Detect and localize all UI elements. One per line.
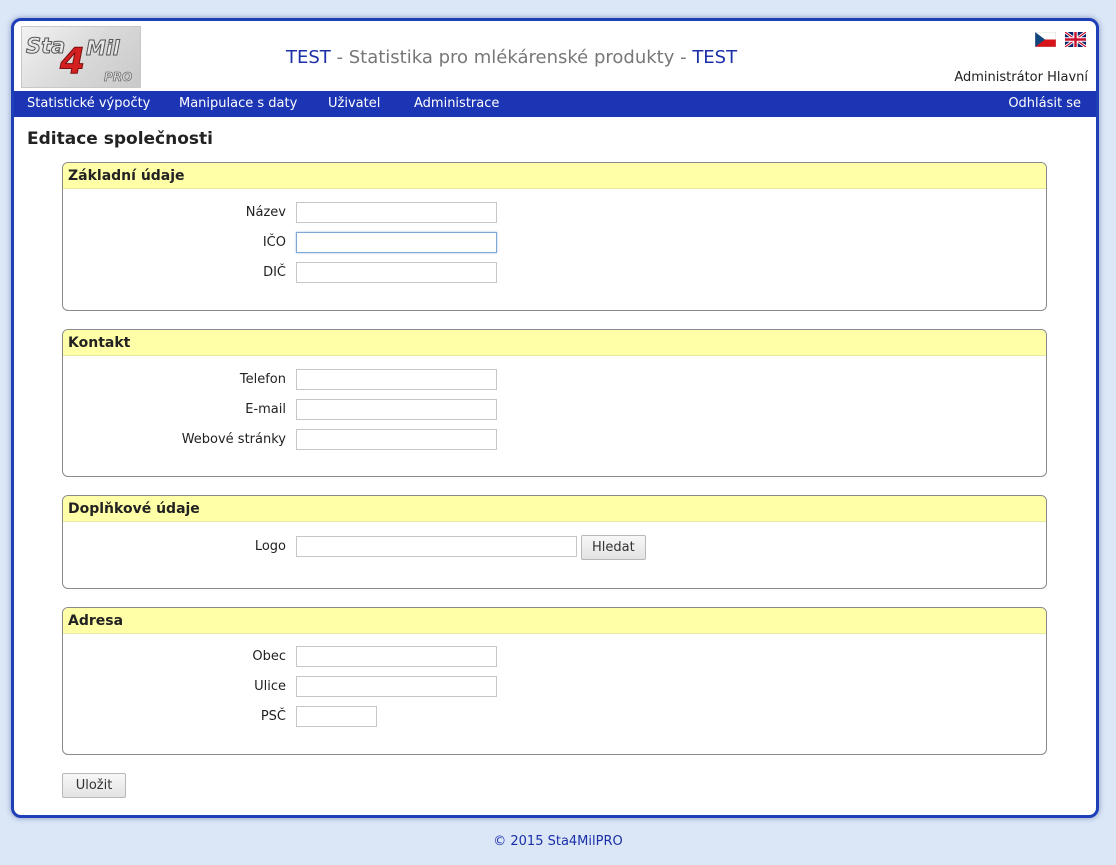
phone-label: Telefon xyxy=(239,372,286,387)
logout-link[interactable]: Odhlásit se xyxy=(1008,96,1081,111)
svg-text:4: 4 xyxy=(59,41,85,82)
menu-item-data-manipulation[interactable]: Manipulace s daty xyxy=(179,96,297,111)
city-label: Obec xyxy=(252,649,286,664)
menu-item-statistics[interactable]: Statistické výpočty xyxy=(27,96,150,111)
zip-input[interactable] xyxy=(296,706,377,727)
email-label: E-mail xyxy=(245,402,286,417)
form-row-city: Obec xyxy=(63,646,1046,668)
ico-label: IČO xyxy=(262,235,286,250)
section-title: Adresa xyxy=(63,608,1046,634)
phone-input[interactable] xyxy=(296,369,497,390)
logo-label: Logo xyxy=(254,539,286,554)
svg-text:PRO: PRO xyxy=(104,70,132,84)
form-row-logo: Logo Hledat xyxy=(63,535,1046,562)
footer-copyright: © 2015 Sta4MilPRO xyxy=(493,834,623,849)
form-row-website: Webové stránky xyxy=(63,429,1046,451)
form-row-name: Název xyxy=(63,202,1046,224)
title-suffix: TEST xyxy=(692,47,738,68)
current-user: Administrátor Hlavní xyxy=(954,70,1088,85)
main-menu: Statistické výpočty Manipulace s daty Už… xyxy=(14,91,1096,117)
title-prefix: TEST xyxy=(286,47,331,68)
logo-graphic: Sta 4 Mil PRO xyxy=(26,34,133,85)
uk-flag-icon[interactable] xyxy=(1065,32,1086,47)
form-row-dic: DIČ xyxy=(63,262,1046,284)
city-input[interactable] xyxy=(296,646,497,667)
app-title: TEST - Statistika pro mlékárenské produk… xyxy=(286,47,737,68)
section-title: Kontakt xyxy=(63,330,1046,356)
app-logo[interactable]: Sta 4 Mil PRO xyxy=(21,26,141,88)
section-title: Doplňkové údaje xyxy=(63,496,1046,522)
street-label: Ulice xyxy=(254,679,286,694)
section-contact: Kontakt Telefon E-mail Webové stránky xyxy=(62,329,1047,477)
name-input[interactable] xyxy=(296,202,497,223)
cz-flag-icon[interactable] xyxy=(1035,32,1056,47)
section-basic-info: Základní údaje Název IČO DIČ xyxy=(62,162,1047,311)
website-input[interactable] xyxy=(296,429,497,450)
form-row-email: E-mail xyxy=(63,399,1046,421)
form-row-zip: PSČ xyxy=(63,706,1046,728)
street-input[interactable] xyxy=(296,676,497,697)
website-label: Webové stránky xyxy=(181,432,286,447)
logo-file-input[interactable] xyxy=(296,536,577,557)
browse-button[interactable]: Hledat xyxy=(581,535,646,560)
section-additional: Doplňkové údaje Logo Hledat xyxy=(62,495,1047,589)
svg-text:Mil: Mil xyxy=(86,36,121,60)
menu-item-administration[interactable]: Administrace xyxy=(414,96,499,111)
name-label: Název xyxy=(245,205,286,220)
title-main: - Statistika pro mlékárenské produkty - xyxy=(330,47,693,68)
zip-label: PSČ xyxy=(260,709,286,724)
form-row-street: Ulice xyxy=(63,676,1046,698)
header: Sta 4 Mil PRO TEST - Statistika pro mlék… xyxy=(14,21,1096,91)
email-input[interactable] xyxy=(296,399,497,420)
menu-item-user[interactable]: Uživatel xyxy=(328,96,380,111)
form-row-phone: Telefon xyxy=(63,369,1046,391)
save-button[interactable]: Uložit xyxy=(62,773,126,798)
dic-input[interactable] xyxy=(296,262,497,283)
language-switch xyxy=(1035,32,1086,47)
ico-input[interactable] xyxy=(296,232,497,253)
app-frame: Sta 4 Mil PRO TEST - Statistika pro mlék… xyxy=(11,18,1099,818)
section-title: Základní údaje xyxy=(63,163,1046,189)
section-address: Adresa Obec Ulice PSČ xyxy=(62,607,1047,755)
page-title: Editace společnosti xyxy=(27,129,213,149)
form-row-ico: IČO xyxy=(63,232,1046,254)
dic-label: DIČ xyxy=(263,265,286,280)
